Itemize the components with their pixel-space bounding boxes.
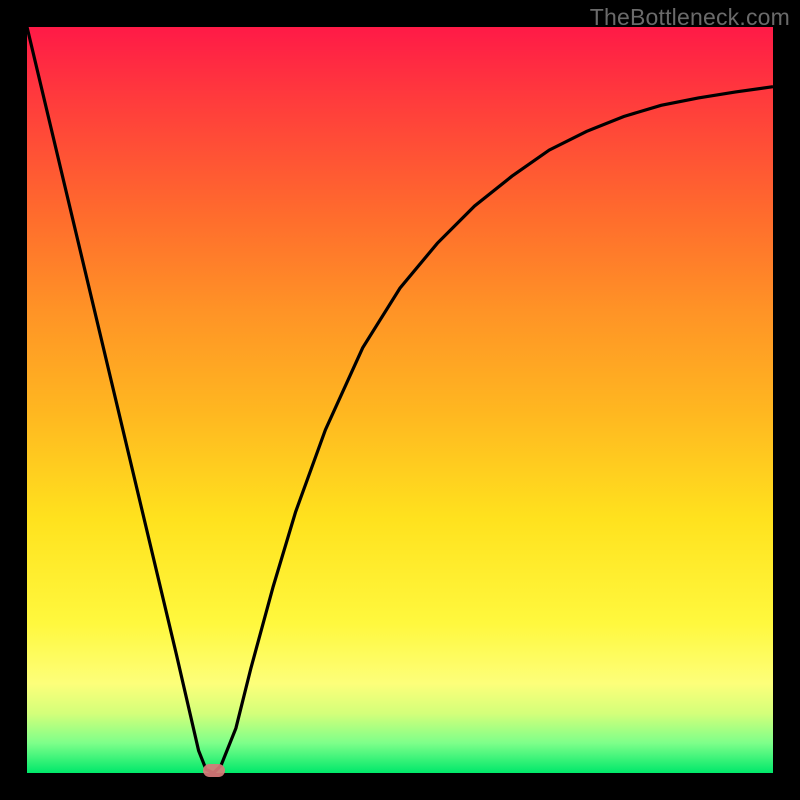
optimal-marker <box>203 764 225 777</box>
watermark-text: TheBottleneck.com <box>590 4 790 31</box>
bottleneck-curve <box>27 27 773 773</box>
